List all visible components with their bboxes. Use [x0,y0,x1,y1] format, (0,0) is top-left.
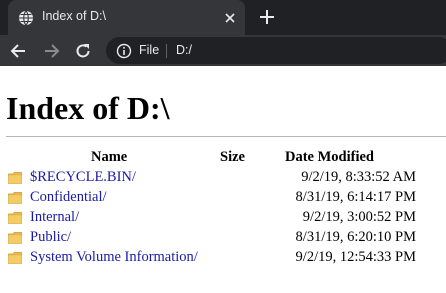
folder-link-internal[interactable]: Internal/ [30,209,79,226]
folder-icon [8,192,22,204]
folder-icon [8,172,22,184]
folder-icon [8,252,22,264]
date-modified: 9/2/19, 8:33:52 AM [301,169,416,185]
reload-icon[interactable] [73,41,93,61]
table-row: Internal/ 9/2/19, 3:00:52 PM [0,209,446,229]
tab-strip: Index of D:\ [0,0,446,35]
column-header-name[interactable]: Name [91,149,127,166]
folder-link-public[interactable]: Public/ [30,229,71,246]
close-icon[interactable] [222,10,238,26]
active-tab[interactable]: Index of D:\ [8,0,245,35]
folder-link-recycle-bin[interactable]: $RECYCLE.BIN/ [30,169,136,186]
folder-icon [8,232,22,244]
page-title: Index of D:\ [6,90,170,126]
table-row: Confidential/ 8/31/19, 6:14:17 PM [0,189,446,209]
date-modified: 8/31/19, 6:20:10 PM [295,229,416,245]
url-text[interactable]: D:/ [176,43,192,57]
table-row: System Volume Information/ 9/2/19, 12:54… [0,249,446,269]
column-header-size[interactable]: Size [220,149,245,166]
address-bar[interactable]: File D:/ [106,37,446,64]
divider [6,136,446,137]
folder-link-confidential[interactable]: Confidential/ [30,189,107,206]
date-modified: 8/31/19, 6:14:17 PM [295,189,416,205]
globe-icon [19,10,33,26]
omnibox-divider [166,44,167,58]
forward-arrow-icon[interactable] [41,41,61,61]
back-arrow-icon[interactable] [9,41,29,61]
tab-title: Index of D:\ [42,9,106,23]
table-row: Public/ 8/31/19, 6:20:10 PM [0,229,446,249]
date-modified: 9/2/19, 12:54:33 PM [295,249,416,265]
column-header-date-modified[interactable]: Date Modified [285,149,374,166]
table-row: $RECYCLE.BIN/ 9/2/19, 8:33:52 AM [0,169,446,189]
browser-toolbar: File D:/ [0,35,446,66]
info-icon[interactable] [116,43,132,59]
date-modified: 9/2/19, 3:00:52 PM [302,209,416,225]
folder-link-system-volume-information[interactable]: System Volume Information/ [30,249,198,266]
plus-icon[interactable] [257,7,277,27]
folder-icon [8,212,22,224]
scheme-label: File [139,43,160,57]
